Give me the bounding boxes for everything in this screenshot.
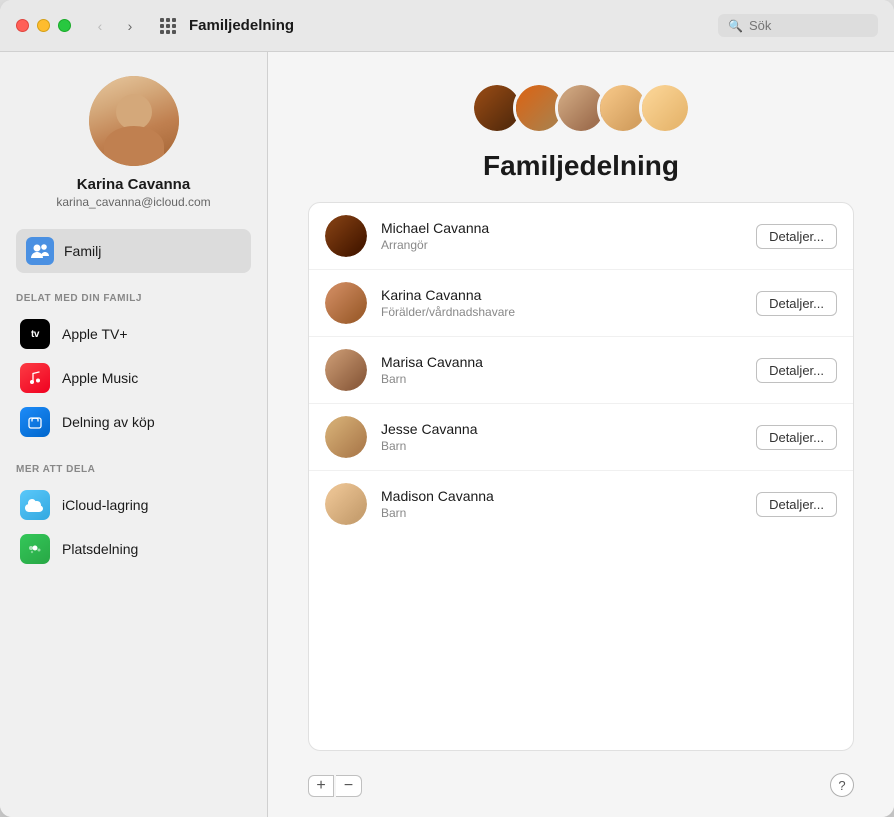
member-role-0: Arrangör <box>381 238 756 252</box>
forward-button[interactable]: › <box>117 16 143 36</box>
more-items: iCloud-lagring Platsdelning <box>16 483 251 571</box>
member-name-3: Jesse Cavanna <box>381 421 756 437</box>
page-title: Familjedelning <box>308 150 854 182</box>
minimize-button[interactable] <box>37 19 50 32</box>
help-button[interactable]: ? <box>830 773 854 797</box>
right-panel: Familjedelning Michael Cavanna Arrangör … <box>268 52 894 817</box>
grid-button[interactable] <box>155 16 181 36</box>
sidebar-item-location[interactable]: Platsdelning <box>16 527 251 571</box>
member-row: Karina Cavanna Förälder/vårdnadshavare D… <box>309 270 853 337</box>
add-member-button[interactable]: + <box>308 775 334 797</box>
sidebar-item-applemusic[interactable]: Apple Music <box>16 356 251 400</box>
sidebar-label-icloud: iCloud-lagring <box>62 497 148 513</box>
member-info: Jesse Cavanna Barn <box>381 421 756 453</box>
family-avatars <box>308 82 854 134</box>
member-info: Madison Cavanna Barn <box>381 488 756 520</box>
member-info: Michael Cavanna Arrangör <box>381 220 756 252</box>
details-button-1[interactable]: Detaljer... <box>756 291 837 316</box>
profile-name: Karina Cavanna <box>77 176 190 193</box>
location-icon <box>20 534 50 564</box>
member-role-3: Barn <box>381 439 756 453</box>
member-role-2: Barn <box>381 372 756 386</box>
member-info: Marisa Cavanna Barn <box>381 354 756 386</box>
remove-member-button[interactable]: − <box>336 775 362 797</box>
member-avatar-jesse <box>325 416 367 458</box>
members-list: Michael Cavanna Arrangör Detaljer... Kar… <box>308 202 854 751</box>
main-content: Karina Cavanna karina_cavanna@icloud.com… <box>0 52 894 817</box>
search-icon: 🔍 <box>728 19 743 33</box>
icloud-icon <box>20 490 50 520</box>
member-role-4: Barn <box>381 506 756 520</box>
app-window: ‹ › Familjedelning 🔍 Karina Cavanna k <box>0 0 894 817</box>
shared-items: tv Apple TV+ Apple Music <box>16 312 251 444</box>
details-button-3[interactable]: Detaljer... <box>756 425 837 450</box>
member-avatar-michael <box>325 215 367 257</box>
member-avatar-karina <box>325 282 367 324</box>
close-button[interactable] <box>16 19 29 32</box>
member-name-4: Madison Cavanna <box>381 488 756 504</box>
details-button-2[interactable]: Detaljer... <box>756 358 837 383</box>
back-button[interactable]: ‹ <box>87 16 113 36</box>
sidebar-label-location: Platsdelning <box>62 541 138 557</box>
member-name-1: Karina Cavanna <box>381 287 756 303</box>
member-name-0: Michael Cavanna <box>381 220 756 236</box>
member-avatar-marisa <box>325 349 367 391</box>
member-avatar-madison <box>325 483 367 525</box>
member-info: Karina Cavanna Förälder/vårdnadshavare <box>381 287 756 319</box>
sidebar-label-applemusic: Apple Music <box>62 370 138 386</box>
titlebar: ‹ › Familjedelning 🔍 <box>0 0 894 52</box>
avatar-image <box>89 76 179 166</box>
appletv-icon: tv <box>20 319 50 349</box>
sidebar-label-appletv: Apple TV+ <box>62 326 128 342</box>
member-name-2: Marisa Cavanna <box>381 354 756 370</box>
family-avatar-5 <box>639 82 691 134</box>
details-button-0[interactable]: Detaljer... <box>756 224 837 249</box>
member-row: Jesse Cavanna Barn Detaljer... <box>309 404 853 471</box>
more-section-header: MER ATT DELA <box>16 464 251 475</box>
grid-icon <box>160 18 176 34</box>
maximize-button[interactable] <box>58 19 71 32</box>
member-row: Michael Cavanna Arrangör Detaljer... <box>309 203 853 270</box>
shared-section-header: DELAT MED DIN FAMILJ <box>16 293 251 304</box>
bottom-controls: + − <box>308 775 362 797</box>
sidebar-item-appletv[interactable]: tv Apple TV+ <box>16 312 251 356</box>
traffic-lights <box>16 19 71 32</box>
sidebar-family-label: Familj <box>64 243 101 259</box>
search-input[interactable] <box>749 18 868 33</box>
purchases-icon <box>20 407 50 437</box>
search-bar[interactable]: 🔍 <box>718 14 878 37</box>
profile-section: Karina Cavanna karina_cavanna@icloud.com <box>16 76 251 209</box>
member-row: Madison Cavanna Barn Detaljer... <box>309 471 853 537</box>
applemusic-icon <box>20 363 50 393</box>
profile-email: karina_cavanna@icloud.com <box>56 195 210 209</box>
member-row: Marisa Cavanna Barn Detaljer... <box>309 337 853 404</box>
sidebar-item-family[interactable]: Familj <box>16 229 251 273</box>
sidebar-item-icloud[interactable]: iCloud-lagring <box>16 483 251 527</box>
details-button-4[interactable]: Detaljer... <box>756 492 837 517</box>
sidebar-label-purchases: Delning av köp <box>62 414 155 430</box>
window-title: Familjedelning <box>189 17 718 34</box>
family-icon <box>26 237 54 265</box>
bottom-row: + − ? <box>308 763 854 797</box>
sidebar: Karina Cavanna karina_cavanna@icloud.com… <box>0 52 268 817</box>
nav-buttons: ‹ › <box>87 16 143 36</box>
sidebar-item-purchases[interactable]: Delning av köp <box>16 400 251 444</box>
member-role-1: Förälder/vårdnadshavare <box>381 305 756 319</box>
avatar <box>89 76 179 166</box>
